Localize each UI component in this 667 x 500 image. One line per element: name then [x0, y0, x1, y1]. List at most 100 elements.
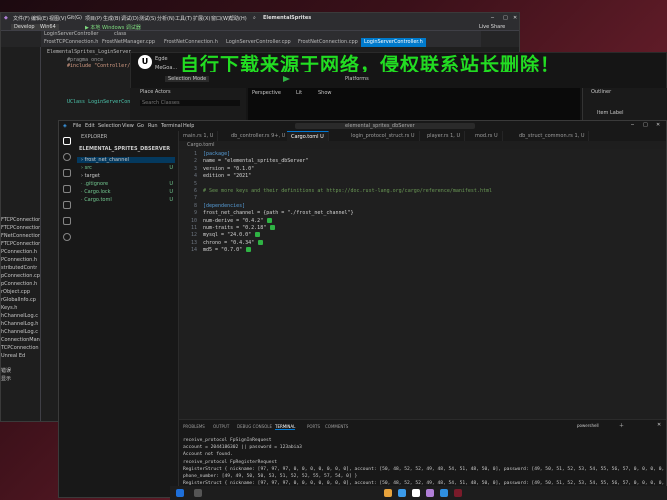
tab-frost-net-connection-cpp[interactable]: FrostNetConnection.cpp	[295, 38, 361, 47]
show-button[interactable]: Show	[318, 90, 332, 96]
editor-tab[interactable]: Cargo.toml U	[287, 131, 329, 141]
solution-file-item[interactable]: hChannelLog.h	[1, 321, 38, 327]
maximize-icon[interactable]: □	[503, 15, 508, 21]
vs-menu-file[interactable]: 文件(F)	[13, 15, 30, 22]
file-explorer-icon[interactable]	[384, 489, 392, 497]
explorer-icon[interactable]	[63, 137, 71, 145]
solution-file-item[interactable]: rGlobalInfo.cp	[1, 297, 36, 303]
explorer-file-item[interactable]: · Cargo.toml U	[81, 197, 175, 203]
vs-menu-build[interactable]: 生成(B)	[103, 15, 120, 22]
editor-tab[interactable]: login_protocol_struct.rs U	[347, 131, 420, 141]
app-taskbar-icon[interactable]	[454, 489, 462, 497]
explorer-folder-item[interactable]: › target	[81, 173, 175, 179]
solution-file-item[interactable]: PConnection.h	[1, 257, 37, 263]
ue-tab[interactable]: Egde	[155, 56, 168, 62]
close-icon[interactable]: ✕	[656, 122, 660, 128]
level-viewport[interactable]: Perspective Lit Show	[248, 88, 580, 124]
panel-tab[interactable]: TERMINAL	[275, 424, 296, 430]
start-debugger-button[interactable]: ▶ 本地 Windows 调试器	[85, 24, 141, 30]
vs-menu-window[interactable]: 窗口(W)	[211, 15, 230, 22]
search-classes-input[interactable]: Search Classes	[140, 100, 240, 106]
breadcrumb-file[interactable]: Cargo.toml	[187, 142, 215, 148]
explorer-folder-item[interactable]: › src U	[81, 165, 175, 171]
vs-menu-edit[interactable]: 编辑(E)	[31, 15, 48, 22]
solution-file-item[interactable]: rObject.cpp	[1, 289, 30, 295]
close-icon[interactable]: ✕	[513, 15, 517, 21]
menu-terminal[interactable]: Terminal	[161, 123, 182, 129]
browser-icon[interactable]	[398, 489, 406, 497]
explorer-file-item[interactable]: · .gitignore U	[81, 181, 175, 187]
menu-run[interactable]: Run	[148, 123, 158, 129]
vs-menu-analyze[interactable]: 分析(N)	[157, 15, 175, 22]
item-label-column[interactable]: Item Label	[597, 110, 623, 116]
menu-view[interactable]: View	[122, 123, 134, 129]
solution-file-item[interactable]: FNetConnection.h	[1, 233, 40, 239]
vs-menu-tools[interactable]: 工具(T)	[175, 15, 192, 22]
solution-file-item[interactable]: hChannelLog.c	[1, 313, 38, 319]
project-folder-header[interactable]: ELEMENTAL_SPRITES_DBSERVER	[79, 146, 170, 152]
settings-gear-icon[interactable]	[63, 233, 71, 241]
menu-go[interactable]: Go	[137, 123, 144, 129]
perspective-button[interactable]: Perspective	[252, 90, 281, 96]
configuration-dropdown[interactable]: Develop	[11, 24, 38, 30]
add-terminal-icon[interactable]: ＋	[619, 422, 624, 429]
solution-file-item[interactable]: hChannelLog.c	[1, 329, 38, 335]
panel-tab[interactable]: PROBLEMS	[183, 424, 205, 429]
vscode-taskbar-icon[interactable]	[440, 489, 448, 497]
live-share-button[interactable]: Live Share	[479, 24, 505, 30]
play-icon[interactable]	[283, 76, 290, 82]
menu-help[interactable]: Help	[183, 123, 194, 129]
editor-tab[interactable]: player.rs 1, U	[423, 131, 466, 141]
vs-menu-git[interactable]: Git(G)	[67, 15, 82, 21]
tab-login-server-controller-cpp[interactable]: LoginServerController.cpp	[223, 38, 294, 47]
vs-menu-help[interactable]: 帮助(H)	[229, 15, 247, 22]
editor-tab[interactable]: main.rs 1, U	[179, 131, 219, 141]
menu-file[interactable]: File	[73, 123, 81, 129]
vs-menu-view[interactable]: 视图(V)	[49, 15, 66, 22]
search-taskbar-icon[interactable]	[194, 489, 202, 497]
minimize-icon[interactable]: ─	[491, 15, 494, 21]
run-debug-icon[interactable]	[63, 185, 71, 193]
code-editor[interactable]: 1 [package] 2 name = "elemental_sprites_dbS…	[179, 149, 666, 419]
vs-menu-extensions[interactable]: 扩展(X)	[193, 15, 210, 22]
ue-tab[interactable]: MeGoa...	[155, 65, 177, 71]
tab-frost-net-manager-cpp[interactable]: FrostNetManager.cpp	[99, 38, 158, 47]
panel-tab[interactable]: OUTPUT	[213, 424, 229, 429]
solution-file-item[interactable]: stributedContr	[1, 265, 37, 271]
editor-tab[interactable]: db_controller.rs 9+, U	[227, 131, 291, 141]
unreal-taskbar-icon[interactable]	[412, 489, 420, 497]
solution-file-item[interactable]: ConnectionMan	[1, 337, 40, 343]
solution-file-item[interactable]: TCPConnection	[1, 345, 39, 351]
close-panel-icon[interactable]: ✕	[657, 422, 661, 428]
panel-tab[interactable]: DEBUG CONSOLE	[237, 424, 272, 429]
menu-edit[interactable]: Edit	[85, 123, 95, 129]
command-center-search[interactable]: elemental_sprites_dbServer	[295, 123, 475, 129]
menu-selection[interactable]: Selection	[98, 123, 121, 129]
terminal-shell-label[interactable]: powershell	[577, 423, 599, 428]
tab-class[interactable]: class	[111, 31, 129, 38]
panel-tab[interactable]: COMMENTS	[325, 424, 348, 429]
source-control-icon[interactable]	[63, 169, 71, 177]
panel-tab[interactable]: PORTS	[307, 424, 320, 429]
tab-login-server-controller-h[interactable]: LoginServerController.h	[361, 38, 426, 47]
search-icon[interactable]	[63, 153, 71, 161]
editor-tab[interactable]: mod.rs U	[471, 131, 503, 141]
tab-frost-net-connection-h[interactable]: FrostNetConnection.h	[161, 38, 221, 47]
show-output-label[interactable]: 显示	[1, 375, 11, 382]
solution-file-item[interactable]: pConnection.cpp	[1, 273, 40, 279]
start-icon[interactable]	[176, 489, 184, 497]
vs-menu-debug[interactable]: 调试(D)	[121, 15, 139, 22]
search-icon[interactable]: ⌕	[253, 15, 256, 21]
solution-file-item[interactable]: FTCPConnection.h	[1, 241, 40, 247]
maximize-icon[interactable]: □	[643, 122, 648, 128]
solution-file-item[interactable]: FTCPConnection.h	[1, 225, 40, 231]
vs-menu-project[interactable]: 项目(P)	[85, 15, 102, 22]
platforms-dropdown[interactable]: Platforms	[345, 76, 369, 82]
visual-studio-taskbar-icon[interactable]	[426, 489, 434, 497]
explorer-folder-item[interactable]: › frost_net_channel	[77, 157, 175, 163]
remote-explorer-icon[interactable]	[63, 217, 71, 225]
extensions-icon[interactable]	[63, 201, 71, 209]
solution-file-item[interactable]: Keys.h	[1, 305, 17, 311]
explorer-file-item[interactable]: · Cargo.lock U	[81, 189, 175, 195]
editor-tab[interactable]: db_struct_common.rs 1, U	[515, 131, 590, 141]
